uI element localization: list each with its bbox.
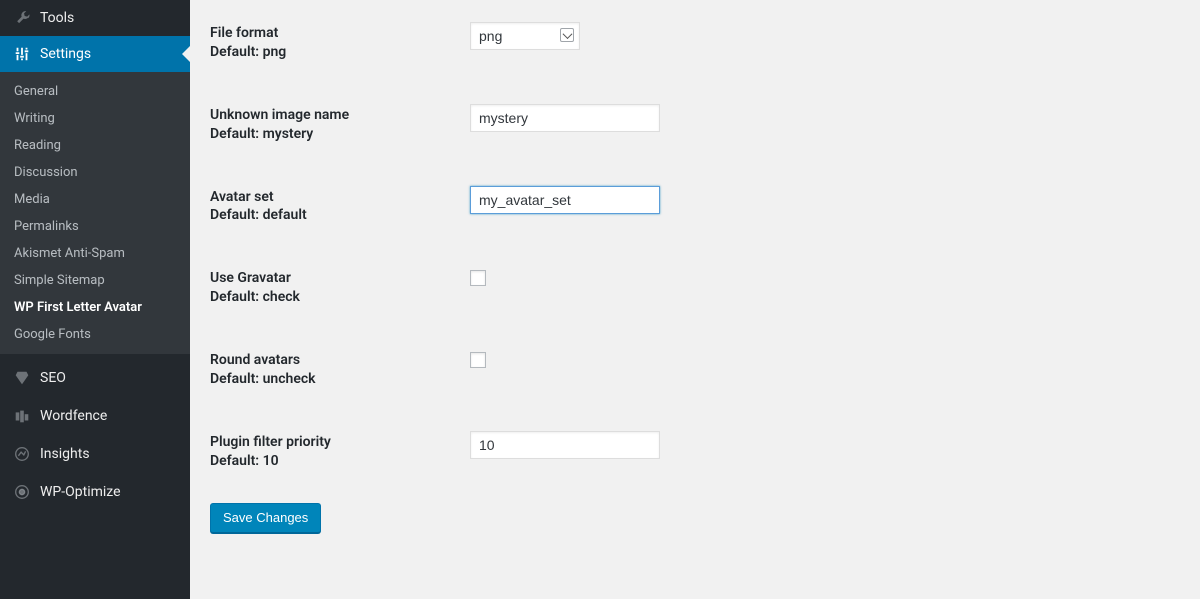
menu-item-wordfence[interactable]: Wordfence xyxy=(0,397,190,435)
sliders-icon xyxy=(12,44,32,64)
row-unknown-image: Unknown image name Default: mystery xyxy=(210,82,1200,164)
field-label: Round avatars xyxy=(210,352,300,368)
admin-sidebar: Tools Settings General Writing Reading D… xyxy=(0,0,190,599)
sub-item-simple-sitemap[interactable]: Simple Sitemap xyxy=(0,267,190,294)
sub-item-general[interactable]: General xyxy=(0,78,190,105)
sub-item-permalinks[interactable]: Permalinks xyxy=(0,213,190,240)
field-default: Default: uncheck xyxy=(210,370,460,389)
row-avatar-set: Avatar set Default: default xyxy=(210,164,1200,246)
sub-item-wp-first-letter-avatar[interactable]: WP First Letter Avatar xyxy=(0,294,190,321)
field-label: Unknown image name xyxy=(210,107,349,123)
menu-item-tools[interactable]: Tools xyxy=(0,0,190,36)
sub-item-writing[interactable]: Writing xyxy=(0,105,190,132)
use-gravatar-checkbox[interactable] xyxy=(470,270,486,286)
sub-item-reading[interactable]: Reading xyxy=(0,132,190,159)
wrench-icon xyxy=(12,8,32,28)
insights-icon xyxy=(12,444,32,464)
sub-item-akismet[interactable]: Akismet Anti-Spam xyxy=(0,240,190,267)
menu-label: WP-Optimize xyxy=(40,484,121,500)
menu-label: SEO xyxy=(40,370,66,386)
round-avatars-checkbox[interactable] xyxy=(470,352,486,368)
filter-priority-input[interactable] xyxy=(470,431,660,459)
sub-item-google-fonts[interactable]: Google Fonts xyxy=(0,321,190,348)
field-default: Default: check xyxy=(210,288,460,307)
menu-label: Wordfence xyxy=(40,408,107,424)
main-content: File format Default: png Unknown image n… xyxy=(190,0,1200,599)
field-default: Default: mystery xyxy=(210,125,460,144)
menu-label: Insights xyxy=(40,446,90,462)
sub-item-discussion[interactable]: Discussion xyxy=(0,159,190,186)
form-history-icon[interactable] xyxy=(560,28,574,42)
save-button[interactable]: Save Changes xyxy=(210,503,321,533)
row-use-gravatar: Use Gravatar Default: check xyxy=(210,245,1200,327)
row-round-avatars: Round avatars Default: uncheck xyxy=(210,327,1200,409)
shield-icon xyxy=(12,406,32,426)
settings-submenu: General Writing Reading Discussion Media… xyxy=(0,72,190,354)
menu-label: Settings xyxy=(40,46,91,62)
optimize-icon xyxy=(12,482,32,502)
avatar-set-input[interactable] xyxy=(470,186,660,214)
menu-label: Tools xyxy=(40,10,74,26)
field-label: File format xyxy=(210,25,278,41)
menu-item-settings[interactable]: Settings xyxy=(0,36,190,72)
field-label: Plugin filter priority xyxy=(210,434,331,450)
field-label: Avatar set xyxy=(210,189,274,205)
menu-item-insights[interactable]: Insights xyxy=(0,435,190,473)
menu-item-wp-optimize[interactable]: WP-Optimize xyxy=(0,473,190,511)
field-default: Default: 10 xyxy=(210,452,460,471)
unknown-image-input[interactable] xyxy=(470,104,660,132)
row-file-format: File format Default: png xyxy=(210,0,1200,82)
field-default: Default: png xyxy=(210,43,460,62)
field-default: Default: default xyxy=(210,206,460,225)
row-filter-priority: Plugin filter priority Default: 10 xyxy=(210,409,1200,491)
field-label: Use Gravatar xyxy=(210,270,291,286)
menu-item-seo[interactable]: SEO xyxy=(0,359,190,397)
sub-item-media[interactable]: Media xyxy=(0,186,190,213)
yoast-icon xyxy=(12,368,32,388)
